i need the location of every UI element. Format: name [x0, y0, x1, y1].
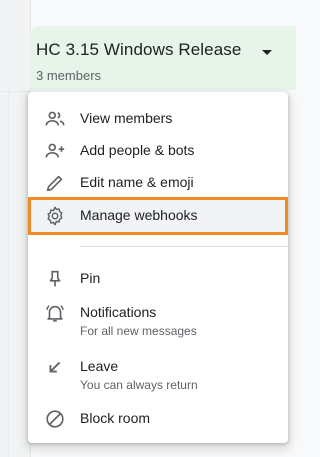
- menu-item-label: Block room: [80, 410, 151, 426]
- menu-item-manage-webhooks[interactable]: Manage webhooks: [28, 197, 288, 235]
- menu-divider: [80, 246, 288, 247]
- menu-item-label: View members: [80, 110, 173, 126]
- sidebar-divider: [0, 91, 30, 92]
- gear-icon: [44, 205, 66, 227]
- menu-item-sublabel: For all new messages: [80, 324, 197, 338]
- bell-icon: [44, 302, 66, 324]
- menu-item-leave[interactable]: Leave You can always return: [28, 354, 288, 394]
- menu-item-label: Edit name & emoji: [80, 174, 194, 190]
- pin-icon: [44, 268, 66, 290]
- person-add-icon: [44, 140, 66, 162]
- room-header[interactable]: HC 3.15 Windows Release 3 members: [30, 26, 296, 90]
- menu-item-label: Notifications: [80, 304, 157, 320]
- menu-item-block-room[interactable]: Block room: [28, 406, 288, 432]
- room-options-menu: View members Add people & bots Edit name…: [28, 92, 288, 443]
- menu-item-sublabel: You can always return: [80, 378, 198, 392]
- menu-item-label: Pin: [80, 270, 101, 286]
- left-sidebar-background: [0, 0, 31, 457]
- menu-item-add-people[interactable]: Add people & bots: [28, 138, 288, 164]
- members-count: 3 members: [36, 68, 102, 83]
- leave-arrow-icon: [44, 356, 66, 378]
- pencil-icon: [44, 172, 66, 194]
- block-icon: [44, 408, 66, 430]
- menu-item-notifications[interactable]: Notifications For all new messages: [28, 300, 288, 340]
- menu-item-label: Add people & bots: [80, 142, 195, 158]
- menu-item-edit-name[interactable]: Edit name & emoji: [28, 170, 288, 196]
- menu-item-label: Manage webhooks: [80, 207, 198, 223]
- menu-item-label: Leave: [80, 358, 119, 374]
- chevron-down-icon[interactable]: [260, 48, 274, 58]
- sidebar-vertical-line: [8, 92, 9, 457]
- people-icon: [44, 108, 66, 130]
- menu-item-view-members[interactable]: View members: [28, 106, 288, 132]
- room-title[interactable]: HC 3.15 Windows Release: [36, 40, 241, 60]
- menu-item-pin[interactable]: Pin: [28, 266, 288, 292]
